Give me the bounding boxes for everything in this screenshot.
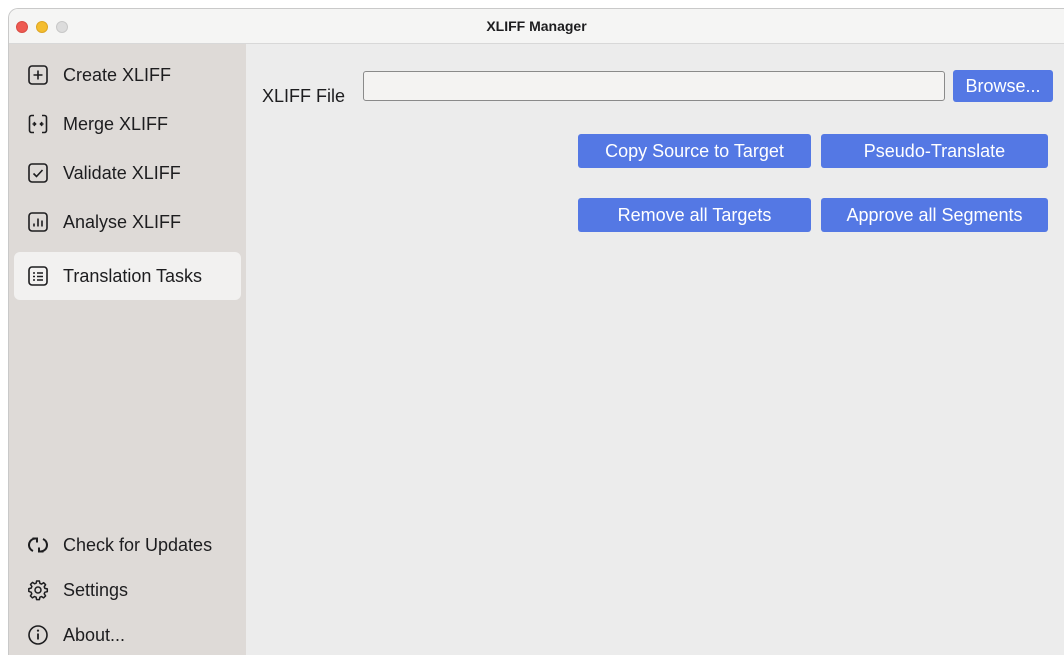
sidebar-item-about[interactable]: About...: [14, 611, 241, 655]
sidebar-item-label: Create XLIFF: [63, 64, 172, 85]
sidebar-item-create-xliff[interactable]: Create XLIFF: [14, 51, 241, 99]
approve-all-segments-button[interactable]: Approve all Segments: [821, 198, 1048, 232]
plus-square-icon: [27, 64, 49, 86]
sidebar-item-analyse-xliff[interactable]: Analyse XLIFF: [14, 198, 241, 246]
list-icon: [27, 265, 49, 287]
sidebar-item-label: About...: [63, 624, 126, 645]
sidebar-item-label: Merge XLIFF: [63, 113, 169, 134]
xliff-file-input[interactable]: [363, 71, 945, 101]
title-bar: XLIFF Manager: [9, 9, 1064, 44]
sidebar-item-translation-tasks[interactable]: Translation Tasks: [14, 252, 241, 300]
xliff-file-label: XLIFF File: [262, 86, 346, 106]
sidebar-item-label: Check for Updates: [63, 534, 213, 555]
browse-button[interactable]: Browse...: [953, 70, 1053, 102]
pseudo-translate-button[interactable]: Pseudo-Translate: [821, 134, 1048, 168]
sidebar-item-label: Analyse XLIFF: [63, 211, 182, 232]
copy-source-to-target-button[interactable]: Copy Source to Target: [578, 134, 811, 168]
window-title: XLIFF Manager: [486, 18, 587, 34]
app-window: XLIFF Manager Create XLIFF Merge XLIFF V…: [8, 8, 1064, 655]
sidebar-item-check-for-updates[interactable]: Check for Updates: [14, 521, 241, 569]
sidebar-item-label: Translation Tasks: [63, 265, 203, 286]
sidebar: Create XLIFF Merge XLIFF Validate XLIFF …: [9, 44, 246, 655]
refresh-icon: [27, 534, 49, 556]
sidebar-item-merge-xliff[interactable]: Merge XLIFF: [14, 100, 241, 148]
merge-icon: [27, 113, 49, 135]
remove-all-targets-button[interactable]: Remove all Targets: [578, 198, 811, 232]
sidebar-item-label: Validate XLIFF: [63, 162, 181, 183]
sidebar-item-settings[interactable]: Settings: [14, 566, 241, 614]
sidebar-item-label: Settings: [63, 579, 129, 600]
bar-chart-icon: [27, 211, 49, 233]
sidebar-item-validate-xliff[interactable]: Validate XLIFF: [14, 149, 241, 197]
info-icon: [27, 624, 49, 646]
main-content: XLIFF File Browse... Copy Source to Targ…: [246, 44, 1064, 655]
gear-icon: [27, 579, 49, 601]
checkbox-icon: [27, 162, 49, 184]
